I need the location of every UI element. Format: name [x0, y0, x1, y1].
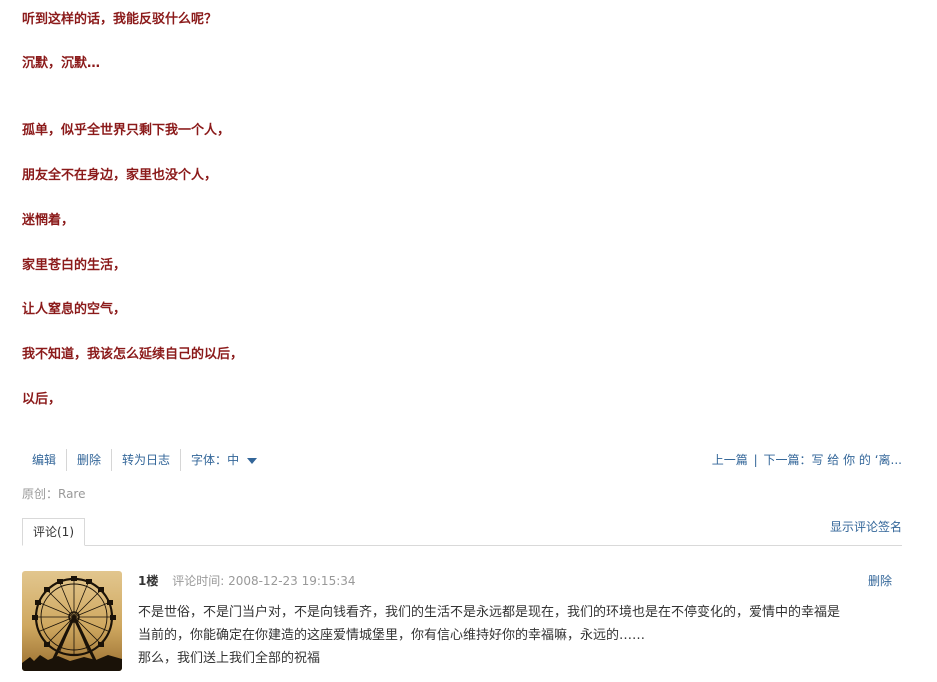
- prev-post-link[interactable]: 上一篇: [712, 453, 748, 467]
- poem-line: 迷惘着，: [22, 213, 75, 228]
- tab-comments[interactable]: 评论(1): [22, 518, 85, 546]
- comment-meta: 1楼 评论时间: 2008-12-23 19:15:34: [138, 573, 356, 589]
- delete-comment-button[interactable]: 删除: [868, 573, 892, 589]
- next-post-link[interactable]: 下一篇：写 给 你 的 ‘离...: [763, 453, 902, 467]
- ferris-wheel-avatar[interactable]: [22, 571, 122, 671]
- comment-text-line: 那么，我们送上我们全部的祝福: [138, 651, 321, 666]
- poem-line: 听到这样的话，我能反驳什么呢？: [22, 12, 218, 27]
- comment-time-label: 评论时间:: [172, 574, 225, 588]
- comment-timestamp: 2008-12-23 19:15:34: [228, 574, 356, 588]
- nav-separator: |: [753, 453, 758, 467]
- poem-line: 以后，: [22, 392, 62, 407]
- poem-line: 孤单，似乎全世界只剩下我一个人，: [22, 123, 231, 138]
- post-toolbar: 编辑 删除 转为日志 字体：中 上一篇 | 下一篇：写 给 你 的 ‘离...: [22, 448, 902, 472]
- convert-to-diary-button[interactable]: 转为日志: [112, 448, 180, 472]
- ferris-wheel-icon: [22, 571, 122, 671]
- caret-down-icon: [247, 457, 258, 464]
- poem-line: 朋友全不在身边，家里也没个人，: [22, 168, 218, 183]
- poem-line: 让人窒息的空气，: [22, 302, 127, 317]
- comments-tab-bar: 评论(1) 显示评论签名: [22, 518, 902, 546]
- next-post-label: 下一篇：: [763, 453, 812, 467]
- comment-text-line: 当前的，你能确定在你建造的这座爱情城堡里，你有信心维持好你的幸福嘛，永远的……: [138, 628, 646, 643]
- font-size-value: 中: [227, 453, 240, 467]
- next-post-title: 写 给 你 的 ‘离...: [811, 453, 902, 467]
- poem-line: 我不知道，我该怎么延续自己的以后，: [22, 347, 244, 362]
- comment-floor-number: 1楼: [138, 574, 159, 588]
- post-actions: 编辑 删除 转为日志 字体：中: [22, 448, 267, 472]
- original-author: 原创：Rare: [22, 487, 86, 501]
- font-size-dropdown[interactable]: 字体：中: [181, 448, 267, 472]
- comment-item: 1楼 评论时间: 2008-12-23 19:15:34 删除 不是世俗，不是门…: [22, 571, 902, 681]
- delete-button[interactable]: 删除: [67, 448, 111, 472]
- font-size-label: 字体：: [191, 453, 228, 467]
- show-comment-signature-link[interactable]: 显示评论签名: [830, 518, 902, 536]
- edit-button[interactable]: 编辑: [22, 448, 66, 472]
- post-navigation: 上一篇 | 下一篇：写 给 你 的 ‘离...: [712, 448, 902, 472]
- comment-text: 不是世俗，不是门当户对，不是向钱看齐，我们的生活不是永远都是现在，我们的环境也是…: [138, 601, 900, 670]
- poem-line: 家里苍白的生活，: [22, 258, 127, 273]
- comment-text-line: 不是世俗，不是门当户对，不是向钱看齐，我们的生活不是永远都是现在，我们的环境也是…: [138, 605, 841, 620]
- poem-line: 沉默，沉默…: [22, 56, 101, 71]
